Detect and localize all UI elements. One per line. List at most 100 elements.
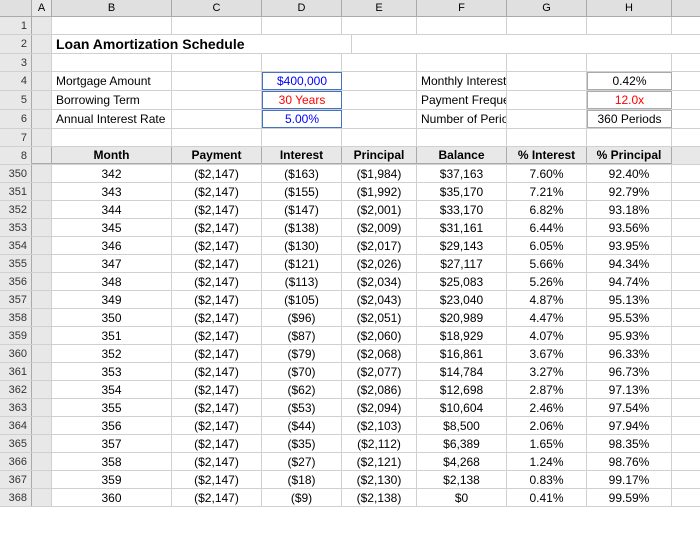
cell-a-data <box>32 435 52 452</box>
rownum-data: 355 <box>0 255 32 272</box>
cell-f1 <box>417 17 507 34</box>
table-row: 363355($2,147)($53)($2,094)$10,6042.46%9… <box>0 399 700 417</box>
cell-data: 345 <box>52 219 172 236</box>
rownum-7: 7 <box>0 129 32 146</box>
cell-data: 357 <box>52 435 172 452</box>
cell-data: ($2,138) <box>342 489 417 506</box>
cell-a7 <box>32 129 52 146</box>
cell-b3 <box>52 54 172 71</box>
cell-b1 <box>52 17 172 34</box>
col-interest: Interest <box>262 147 342 164</box>
table-row: 358350($2,147)($96)($2,051)$20,9894.47%9… <box>0 309 700 327</box>
col-month: Month <box>52 147 172 164</box>
cell-data: ($2,147) <box>172 201 262 218</box>
rownum-data: 352 <box>0 201 32 218</box>
cell-data: $35,170 <box>417 183 507 200</box>
cell-data: ($2,001) <box>342 201 417 218</box>
cell-data: ($121) <box>262 255 342 272</box>
rownum-data: 367 <box>0 471 32 488</box>
borrowing-label: Borrowing Term <box>52 91 172 109</box>
table-row: 365357($2,147)($35)($2,112)$6,3891.65%98… <box>0 435 700 453</box>
cell-data: ($62) <box>262 381 342 398</box>
cell-data: $33,170 <box>417 201 507 218</box>
table-row: 367359($2,147)($18)($2,130)$2,1380.83%99… <box>0 471 700 489</box>
cell-data: $16,861 <box>417 345 507 362</box>
cell-data: 4.87% <box>507 291 587 308</box>
cell-a-data <box>32 453 52 470</box>
cell-h3 <box>587 54 672 71</box>
col-header-f: F <box>417 0 507 16</box>
cell-c4 <box>172 72 262 90</box>
cell-data: 349 <box>52 291 172 308</box>
cell-data: ($2,077) <box>342 363 417 380</box>
rate-label: Annual Interest Rate <box>52 110 172 128</box>
cell-h7 <box>587 129 672 146</box>
cell-a-data <box>32 237 52 254</box>
cell-d1 <box>262 17 342 34</box>
row-5: 5 Borrowing Term 30 Years Payment Freque… <box>0 91 700 110</box>
cell-data: ($2,068) <box>342 345 417 362</box>
cell-data: 360 <box>52 489 172 506</box>
table-row: 364356($2,147)($44)($2,103)$8,5002.06%97… <box>0 417 700 435</box>
rownum-6: 6 <box>0 110 32 128</box>
cell-data: ($105) <box>262 291 342 308</box>
rownum-data: 356 <box>0 273 32 290</box>
cell-data: 7.60% <box>507 165 587 182</box>
monthly-rate-value: 0.42% <box>587 72 672 90</box>
col-header-d: D <box>262 0 342 16</box>
cell-c1 <box>172 17 262 34</box>
cell-data: 6.44% <box>507 219 587 236</box>
rownum-data: 360 <box>0 345 32 362</box>
row-7: 7 <box>0 129 700 147</box>
cell-a-data <box>32 219 52 236</box>
borrowing-value[interactable]: 30 Years <box>262 91 342 109</box>
cell-data: 353 <box>52 363 172 380</box>
rownum-data: 364 <box>0 417 32 434</box>
cell-data: 96.73% <box>587 363 672 380</box>
rownum-1: 1 <box>0 17 32 34</box>
cell-g7 <box>507 129 587 146</box>
row-6: 6 Annual Interest Rate 5.00% Number of P… <box>0 110 700 129</box>
cell-data: 95.53% <box>587 309 672 326</box>
cell-data: ($2,147) <box>172 471 262 488</box>
cell-g1 <box>507 17 587 34</box>
cell-data: ($2,112) <box>342 435 417 452</box>
cell-data: 6.82% <box>507 201 587 218</box>
rownum-data: 350 <box>0 165 32 182</box>
rownum-4: 4 <box>0 72 32 90</box>
table-row: 360352($2,147)($79)($2,068)$16,8613.67%9… <box>0 345 700 363</box>
cell-data: ($2,147) <box>172 363 262 380</box>
cell-data: ($2,147) <box>172 219 262 236</box>
rownum-data: 366 <box>0 453 32 470</box>
cell-data: 5.26% <box>507 273 587 290</box>
row-3: 3 <box>0 54 700 72</box>
cell-data: 1.65% <box>507 435 587 452</box>
spreadsheet-title: Loan Amortization Schedule <box>52 35 352 53</box>
table-row: 355347($2,147)($121)($2,026)$27,1175.66%… <box>0 255 700 273</box>
cell-data: 97.54% <box>587 399 672 416</box>
cell-data: ($155) <box>262 183 342 200</box>
rownum-5: 5 <box>0 91 32 109</box>
cell-data: ($70) <box>262 363 342 380</box>
cell-data: $18,929 <box>417 327 507 344</box>
rownum-8: 8 <box>0 147 32 164</box>
cell-data: ($2,147) <box>172 183 262 200</box>
cell-data: 355 <box>52 399 172 416</box>
table-row: 351343($2,147)($155)($1,992)$35,1707.21%… <box>0 183 700 201</box>
mortgage-value[interactable]: $400,000 <box>262 72 342 90</box>
cell-data: 93.95% <box>587 237 672 254</box>
col-header-h: H <box>587 0 672 16</box>
cell-data: 359 <box>52 471 172 488</box>
cell-a4 <box>32 72 52 90</box>
monthly-rate-label: Monthly Interest Rate <box>417 72 507 90</box>
row-4: 4 Mortgage Amount $400,000 Monthly Inter… <box>0 72 700 91</box>
cell-e6 <box>342 110 417 128</box>
col-pct-principal: % Principal <box>587 147 672 164</box>
col-header-e: E <box>342 0 417 16</box>
rate-value[interactable]: 5.00% <box>262 110 342 128</box>
table-header-row: 8 Month Payment Interest Principal Balan… <box>0 147 700 165</box>
rownum-data: 362 <box>0 381 32 398</box>
cell-data: $2,138 <box>417 471 507 488</box>
table-row: 368360($2,147)($9)($2,138)$00.41%99.59% <box>0 489 700 507</box>
cell-data: 0.41% <box>507 489 587 506</box>
